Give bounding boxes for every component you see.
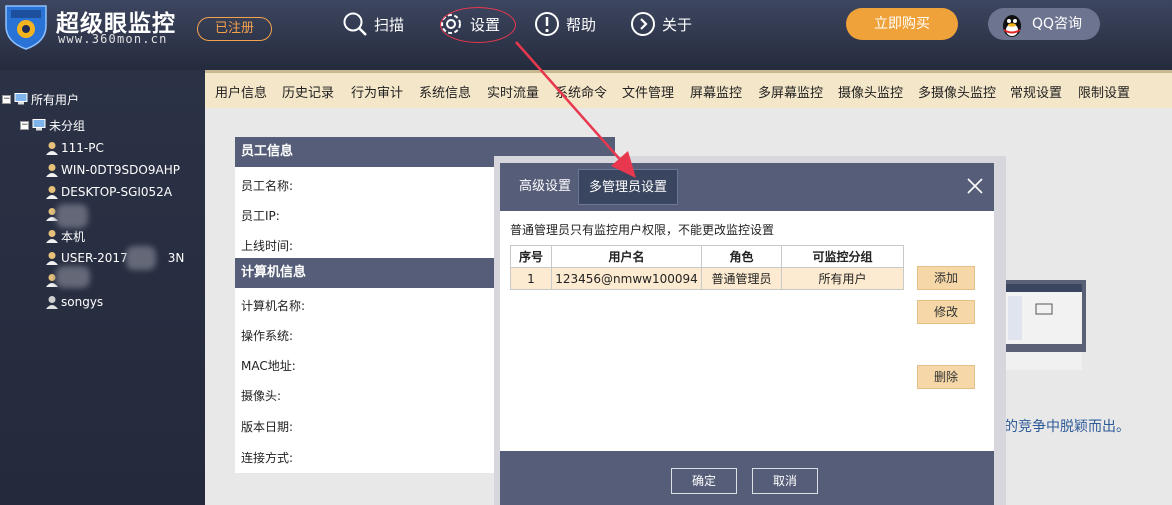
column-header: 角色 [701,245,782,268]
tree-computer[interactable]: 本机 [45,227,85,245]
tree-computer[interactable]: WIN-0DT9SDO9AHP [45,161,180,179]
tab-realtime-traffic[interactable]: 实时流量 [487,82,539,101]
user-icon [46,296,58,309]
tab-multi-admin-settings[interactable]: 多管理员设置 [578,169,679,205]
help-button[interactable]: 帮助 [534,10,596,38]
help-label: 帮助 [566,15,597,34]
tree-computer[interactable]: 111-PC [45,139,104,157]
tab-general-settings[interactable]: 常规设置 [1010,82,1062,101]
monitor-illustration [1000,280,1086,370]
tab-user-info[interactable]: 用户信息 [215,82,267,101]
tab-restrict-settings[interactable]: 限制设置 [1078,82,1130,101]
tab-system-command[interactable]: 系统命令 [555,82,607,101]
ok-button[interactable]: 确定 [671,468,737,494]
tree-group[interactable]: − 未分组 [20,116,85,134]
user-icon [46,164,58,177]
scan-button[interactable]: 扫描 [342,10,404,38]
column-header: 用户名 [551,245,702,268]
computer-name: WIN-0DT9SDO9AHP [61,163,180,177]
table-cell: 普通管理员 [701,267,782,290]
mac-label: MAC地址: [241,359,296,373]
tree-group-label: 未分组 [49,118,86,133]
qq-label: QQ咨询 [1032,16,1083,32]
table-cell: 1 [510,267,552,290]
table-row[interactable]: 1 123456@nmww100094 普通管理员 所有用户 [510,267,904,290]
tab-multi-screen[interactable]: 多屏幕监控 [758,82,823,101]
privacy-blur [56,266,90,288]
feature-tabs: 用户信息 历史记录 行为审计 系统信息 实时流量 系统命令 文件管理 屏幕监控 … [205,70,1172,108]
computer-name-suffix: 3N [167,251,185,265]
tab-screen-monitor[interactable]: 屏幕监控 [690,82,742,101]
search-icon [343,12,367,36]
computer-name-label: 计算机名称: [241,299,306,313]
tab-behavior-audit[interactable]: 行为审计 [351,82,403,101]
admin-table: 序号 用户名 角色 可监控分组 1 123456@nmww100094 普通管理… [510,245,904,290]
exclamation-icon [535,12,559,36]
registered-badge: 已注册 [197,17,272,41]
dialog-body: 普通管理员只有监控用户权限，不能更改监控设置 序号 用户名 角色 可监控分组 1… [500,211,994,451]
table-cell: 123456@nmww100094 [551,267,702,290]
tab-system-info[interactable]: 系统信息 [419,82,471,101]
scan-label: 扫描 [374,15,405,34]
os-label: 操作系统: [241,329,294,343]
online-time-label: 上线时间: [241,239,294,253]
annotation-ring [440,7,516,43]
ad-slogan: 烈的竞争中脱颖而出。 [990,419,1130,435]
tab-camera-monitor[interactable]: 摄像头监控 [838,82,903,101]
edit-button[interactable]: 修改 [917,300,975,324]
dialog-frame: 高级设置 多管理员设置 普通管理员只有监控用户权限，不能更改监控设置 序号 用户… [500,163,994,505]
add-button[interactable]: 添加 [917,266,975,290]
camera-label: 摄像头: [241,389,282,403]
column-header: 可监控分组 [781,245,904,268]
computer-name: songys [61,295,104,309]
chevron-circle-icon [631,12,655,36]
tree-computer[interactable]: DESKTOP-SGI052A [45,183,172,201]
user-icon [46,252,58,265]
tab-multi-camera[interactable]: 多摄像头监控 [918,82,996,101]
user-icon [46,186,58,199]
collapse-icon[interactable]: − [2,94,11,104]
user-icon [46,142,58,155]
tree-root[interactable]: − 所有用户 [2,90,79,108]
settings-dialog: 高级设置 多管理员设置 普通管理员只有监控用户权限，不能更改监控设置 序号 用户… [494,156,1006,505]
version-date-label: 版本日期: [241,420,294,434]
table-header-row: 序号 用户名 角色 可监控分组 [510,245,904,268]
tree-computer[interactable]: songys [45,293,103,311]
qq-consult-button[interactable]: QQ咨询 [988,8,1100,40]
app-url: www.360mon.cn [58,32,168,46]
cancel-button[interactable]: 取消 [752,468,818,494]
computer-name: DESKTOP-SGI052A [61,185,173,199]
tab-history[interactable]: 历史记录 [282,82,334,101]
computer-name: 本机 [61,229,86,244]
tree-computer[interactable]: USER-2017 3N [45,249,184,267]
user-icon [46,230,58,243]
tab-advanced-settings[interactable]: 高级设置 [509,169,581,205]
admin-permission-note: 普通管理员只有监控用户权限，不能更改监控设置 [510,223,775,237]
computer-name: USER-2017 [61,251,128,265]
about-button[interactable]: 关于 [630,10,692,38]
tree-root-label: 所有用户 [31,92,80,107]
close-icon[interactable] [966,177,984,195]
tab-file-manager[interactable]: 文件管理 [622,82,674,101]
computer-icon [32,119,46,131]
delete-button[interactable]: 删除 [917,365,975,389]
computer-icon [14,93,28,105]
privacy-blur [126,246,156,270]
collapse-icon[interactable]: − [20,120,29,130]
top-bar: 超级眼监控 www.360mon.cn 已注册 扫描 设置 帮助 关于 立即购买 [0,0,1172,70]
logo-shield-icon [5,5,47,50]
computer-name: 111-PC [61,141,104,155]
employee-name-label: 员工名称: [241,179,294,193]
computer-tree: − 所有用户 − 未分组 111-PC WIN-0DT9SDO9AHP DESK… [0,70,205,505]
qq-penguin-icon [1003,15,1021,37]
privacy-blur [56,204,88,228]
employee-ip-label: 员工IP: [241,209,280,223]
column-header: 序号 [510,245,552,268]
about-label: 关于 [662,15,693,34]
table-cell: 所有用户 [781,267,904,290]
buy-now-button[interactable]: 立即购买 [846,8,958,40]
connection-label: 连接方式: [241,451,294,465]
